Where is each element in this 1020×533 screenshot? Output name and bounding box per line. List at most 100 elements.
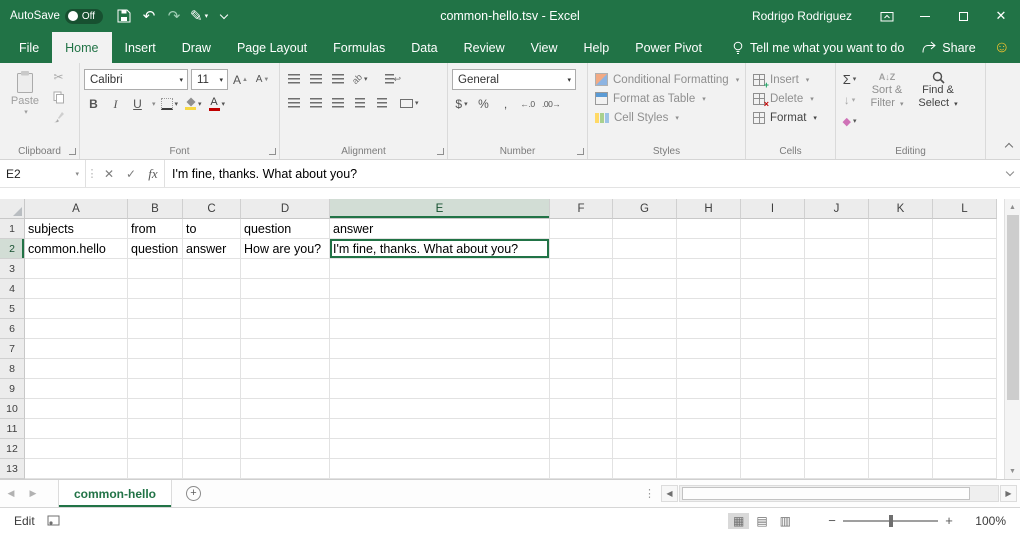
column-header-K[interactable]: K — [869, 199, 933, 219]
cell-C7[interactable] — [183, 339, 241, 359]
cell-F13[interactable] — [550, 459, 613, 479]
cell-G5[interactable] — [613, 299, 677, 319]
feedback-smiley-icon[interactable]: ☺ — [994, 40, 1010, 56]
cell-J10[interactable] — [805, 399, 869, 419]
vscroll-down-arrow[interactable]: ▼ — [1005, 463, 1020, 479]
cell-L2[interactable] — [933, 239, 997, 259]
cell-D5[interactable] — [241, 299, 330, 319]
cell-H10[interactable] — [677, 399, 741, 419]
column-header-F[interactable]: F — [550, 199, 613, 219]
cell-J9[interactable] — [805, 379, 869, 399]
cell-L10[interactable] — [933, 399, 997, 419]
vscroll-up-arrow[interactable]: ▲ — [1005, 199, 1020, 215]
clear-button[interactable]: ◆▾ — [840, 111, 859, 131]
row-header-9[interactable]: 9 — [0, 379, 25, 399]
cell-I9[interactable] — [741, 379, 805, 399]
ribbon-tab-formulas[interactable]: Formulas — [320, 32, 398, 63]
cell-F11[interactable] — [550, 419, 613, 439]
insert-cells-button[interactable]: +Insert▾ — [750, 70, 831, 89]
fill-color-button[interactable]: ▾ — [183, 94, 204, 114]
cell-G3[interactable] — [613, 259, 677, 279]
cell-D8[interactable] — [241, 359, 330, 379]
cell-C6[interactable] — [183, 319, 241, 339]
cell-E5[interactable] — [330, 299, 550, 319]
select-all-corner[interactable] — [0, 199, 25, 219]
font-size-select[interactable]: 11▾ — [191, 69, 228, 90]
cell-D13[interactable] — [241, 459, 330, 479]
ribbon-tab-review[interactable]: Review — [451, 32, 518, 63]
autosum-button[interactable]: Σ▾ — [840, 69, 859, 89]
cell-J12[interactable] — [805, 439, 869, 459]
cell-G12[interactable] — [613, 439, 677, 459]
row-header-4[interactable]: 4 — [0, 279, 25, 299]
row-header-7[interactable]: 7 — [0, 339, 25, 359]
cell-H6[interactable] — [677, 319, 741, 339]
cell-K9[interactable] — [869, 379, 933, 399]
align-right-button[interactable] — [328, 93, 347, 113]
cell-I11[interactable] — [741, 419, 805, 439]
cell-D10[interactable] — [241, 399, 330, 419]
row-header-8[interactable]: 8 — [0, 359, 25, 379]
cell-K2[interactable] — [869, 239, 933, 259]
cell-J8[interactable] — [805, 359, 869, 379]
cell-C2[interactable]: answer — [183, 239, 241, 259]
cell-B12[interactable] — [128, 439, 183, 459]
cell-L5[interactable] — [933, 299, 997, 319]
cell-K7[interactable] — [869, 339, 933, 359]
cell-C9[interactable] — [183, 379, 241, 399]
format-as-table-button[interactable]: Format as Table▾ — [592, 89, 741, 108]
cell-F2[interactable] — [550, 239, 613, 259]
cell-I10[interactable] — [741, 399, 805, 419]
cell-G8[interactable] — [613, 359, 677, 379]
cell-I5[interactable] — [741, 299, 805, 319]
save-button[interactable] — [113, 3, 135, 29]
cell-D7[interactable] — [241, 339, 330, 359]
cell-G11[interactable] — [613, 419, 677, 439]
cell-K4[interactable] — [869, 279, 933, 299]
zoom-out-button[interactable]: − — [823, 513, 841, 528]
cell-E13[interactable] — [330, 459, 550, 479]
insert-function-button[interactable]: fx — [142, 160, 164, 187]
macro-record-button[interactable] — [47, 515, 60, 526]
cell-E3[interactable] — [330, 259, 550, 279]
hscroll-thumb[interactable] — [682, 487, 970, 500]
decrease-indent-button[interactable] — [350, 93, 369, 113]
comma-style-button[interactable]: , — [496, 94, 515, 114]
cell-I6[interactable] — [741, 319, 805, 339]
number-format-select[interactable]: General▾ — [452, 69, 576, 90]
cell-I1[interactable] — [741, 219, 805, 239]
cell-styles-button[interactable]: Cell Styles▾ — [592, 108, 741, 127]
cell-F3[interactable] — [550, 259, 613, 279]
cell-F5[interactable] — [550, 299, 613, 319]
cell-D12[interactable] — [241, 439, 330, 459]
page-break-preview-button[interactable]: ▥ — [775, 513, 796, 529]
cell-F6[interactable] — [550, 319, 613, 339]
sheet-nav-right-button[interactable]: ▶ — [22, 480, 44, 507]
ribbon-tab-page-layout[interactable]: Page Layout — [224, 32, 320, 63]
orientation-button[interactable]: ab▾ — [350, 69, 370, 89]
cell-A10[interactable] — [25, 399, 128, 419]
cell-F1[interactable] — [550, 219, 613, 239]
format-painter-button[interactable] — [49, 107, 68, 127]
new-sheet-button[interactable]: + — [186, 486, 201, 501]
cell-I12[interactable] — [741, 439, 805, 459]
cell-A4[interactable] — [25, 279, 128, 299]
ribbon-tab-help[interactable]: Help — [571, 32, 623, 63]
cut-button[interactable]: ✂ — [49, 67, 68, 87]
zoom-slider[interactable] — [843, 520, 938, 522]
zoom-level[interactable]: 100% — [966, 514, 1006, 528]
column-header-J[interactable]: J — [805, 199, 869, 219]
cell-L7[interactable] — [933, 339, 997, 359]
cell-H9[interactable] — [677, 379, 741, 399]
cell-E7[interactable] — [330, 339, 550, 359]
font-name-select[interactable]: Calibri▾ — [84, 69, 188, 90]
column-header-E[interactable]: E — [330, 199, 550, 219]
sheet-tab-common-hello[interactable]: common-hello — [58, 480, 172, 507]
share-button[interactable]: Share — [922, 41, 975, 55]
sheet-nav-left-button[interactable]: ◀ — [0, 480, 22, 507]
cell-E8[interactable] — [330, 359, 550, 379]
cell-L6[interactable] — [933, 319, 997, 339]
cell-K13[interactable] — [869, 459, 933, 479]
cell-E9[interactable] — [330, 379, 550, 399]
cell-J4[interactable] — [805, 279, 869, 299]
